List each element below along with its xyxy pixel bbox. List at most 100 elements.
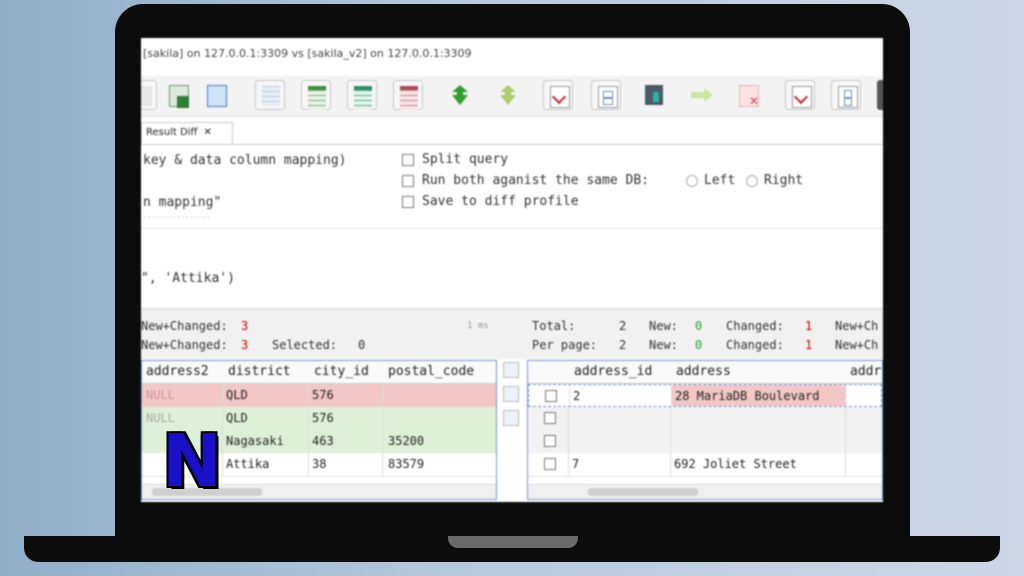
row-checkbox[interactable]	[544, 412, 556, 424]
cell-district: QLD	[226, 388, 248, 402]
right-grid-scrollbar[interactable]	[528, 484, 882, 499]
newch-label-2: New+Ch	[835, 338, 879, 352]
left-newchanged-label-2: New+Changed:	[141, 338, 228, 352]
window-title: [sakila] on 127.0.0.1:3309 vs [sakila_v2…	[143, 47, 472, 60]
right-grid-header: address_id address addre	[528, 361, 882, 384]
tab-result-diff[interactable]: Result Diff ✕	[141, 122, 233, 144]
column-header-address[interactable]: address	[676, 364, 731, 379]
column-header-address-id[interactable]: address_id	[574, 364, 652, 379]
app-screen: [sakila] on 127.0.0.1:3309 vs [sakila_v2…	[141, 38, 883, 502]
grid-sync-tools	[499, 360, 525, 500]
cell-address2: NULL	[146, 388, 175, 402]
column-header-district[interactable]: district	[228, 364, 291, 379]
cell-address-id: 7	[572, 457, 580, 471]
check-document-icon[interactable]	[543, 80, 573, 110]
grid-teal-icon[interactable]	[347, 80, 377, 110]
table-row[interactable]	[528, 407, 882, 431]
cell-district: Attika	[226, 457, 270, 471]
row-checkbox[interactable]	[544, 435, 556, 447]
column-header-address2[interactable]: address2	[146, 364, 209, 379]
swap-icon[interactable]	[503, 386, 519, 402]
overflow-icon[interactable]	[877, 80, 883, 110]
laptop-notch	[448, 536, 578, 548]
mapping-label-2: n mapping"	[143, 195, 222, 210]
perpage-label: Per page:	[532, 338, 598, 352]
close-icon[interactable]: ✕	[203, 127, 211, 138]
excel-export-icon[interactable]	[163, 80, 193, 110]
right-result-grid[interactable]: address_id address addre 2 28 MariaDB Bo…	[527, 360, 883, 500]
cell-address-id: 2	[573, 389, 581, 403]
left-newchanged-label: New+Changed:	[141, 319, 228, 333]
left-newchanged-value-2: 3	[241, 338, 249, 352]
total-value: 2	[619, 319, 627, 333]
save-profile-checkbox[interactable]	[402, 196, 414, 208]
cancel-icon[interactable]: ✕	[733, 80, 763, 110]
grid-red-icon[interactable]	[393, 80, 423, 110]
right-radio-label: Right	[764, 173, 804, 188]
sql-editor[interactable]: ", 'Attika')	[141, 228, 883, 307]
new-label-2: New:	[649, 338, 678, 352]
mapping-label: key & data column mapping)	[143, 153, 347, 168]
run-both-checkbox[interactable]	[402, 175, 414, 187]
sync-up-icon[interactable]	[493, 80, 523, 110]
selected-label: Selected:	[272, 338, 338, 352]
total-label: Total:	[532, 319, 576, 333]
table-row[interactable]: 7 692 Joliet Street	[528, 453, 882, 477]
save-profile-label: Save to diff profile	[422, 194, 579, 209]
right-radio[interactable]	[746, 175, 758, 187]
mapping-hint: ................	[143, 212, 211, 220]
editor-line: ", 'Attika')	[141, 271, 235, 286]
selected-value: 0	[358, 338, 366, 352]
changed-label-2: Changed:	[726, 338, 784, 352]
changed-value-2: 1	[805, 338, 813, 352]
split-query-label: Split query	[422, 152, 509, 167]
table-row[interactable]	[528, 430, 882, 454]
copy-icon[interactable]	[201, 80, 231, 110]
column-header-city-id[interactable]: city_id	[314, 364, 369, 379]
left-grid-header: address2 district city_id postal_code	[142, 361, 496, 384]
cell-address: 28 MariaDB Boulevard	[675, 389, 820, 403]
cell-city-id: 576	[312, 388, 334, 402]
changed-label: Changed:	[726, 319, 784, 333]
column-header-address-extra[interactable]: addre	[850, 364, 882, 379]
options-panel: key & data column mapping) n mapping" ..…	[141, 144, 883, 228]
stats-bar: New+Changed: 3 New+Changed: 3 Selected: …	[141, 308, 883, 359]
new-label: New:	[649, 319, 678, 333]
row-checkbox[interactable]	[545, 390, 557, 402]
elapsed-ms: 1 ms	[467, 321, 489, 331]
filter-icon[interactable]	[503, 410, 519, 426]
left-radio[interactable]	[686, 175, 698, 187]
cell-postal-code: 83579	[388, 457, 425, 471]
grid-green-icon[interactable]	[301, 80, 331, 110]
split-panel-icon[interactable]	[591, 80, 621, 110]
column-header-postal-code[interactable]: postal_code	[388, 364, 474, 379]
arrow-right-icon[interactable]	[687, 80, 717, 110]
cell-address: 692 Joliet Street	[674, 457, 797, 471]
toolbar: ✕	[141, 76, 883, 117]
cell-district: Nagasaki	[226, 434, 284, 448]
row-checkbox[interactable]	[544, 458, 556, 470]
split-query-checkbox[interactable]	[402, 154, 414, 166]
open-db-icon[interactable]	[141, 80, 157, 110]
new-value: 0	[695, 319, 703, 333]
cell-city-id: 38	[312, 457, 327, 471]
cell-district: QLD	[226, 411, 248, 425]
new-value-2: 0	[695, 338, 703, 352]
panel-icon[interactable]	[831, 80, 861, 110]
grid-layout-icon[interactable]	[255, 80, 285, 110]
cell-city-id: 576	[312, 411, 334, 425]
sync-down-icon[interactable]	[445, 80, 475, 110]
cell-postal-code: 35200	[388, 434, 425, 448]
changed-value: 1	[805, 319, 813, 333]
table-row[interactable]: 2 28 MariaDB Boulevard	[528, 384, 882, 407]
cell-city-id: 463	[312, 434, 334, 448]
dark-document-icon[interactable]	[639, 80, 669, 110]
table-row[interactable]: NULL QLD 576	[142, 384, 496, 408]
check-list-icon[interactable]	[785, 80, 815, 110]
perpage-value: 2	[619, 338, 627, 352]
tab-bar: Result Diff ✕	[141, 120, 883, 145]
newch-label: New+Ch	[835, 319, 879, 333]
left-newchanged-value: 3	[241, 319, 249, 333]
channel-logo: N	[161, 419, 223, 503]
sync-scroll-icon[interactable]	[503, 362, 519, 378]
